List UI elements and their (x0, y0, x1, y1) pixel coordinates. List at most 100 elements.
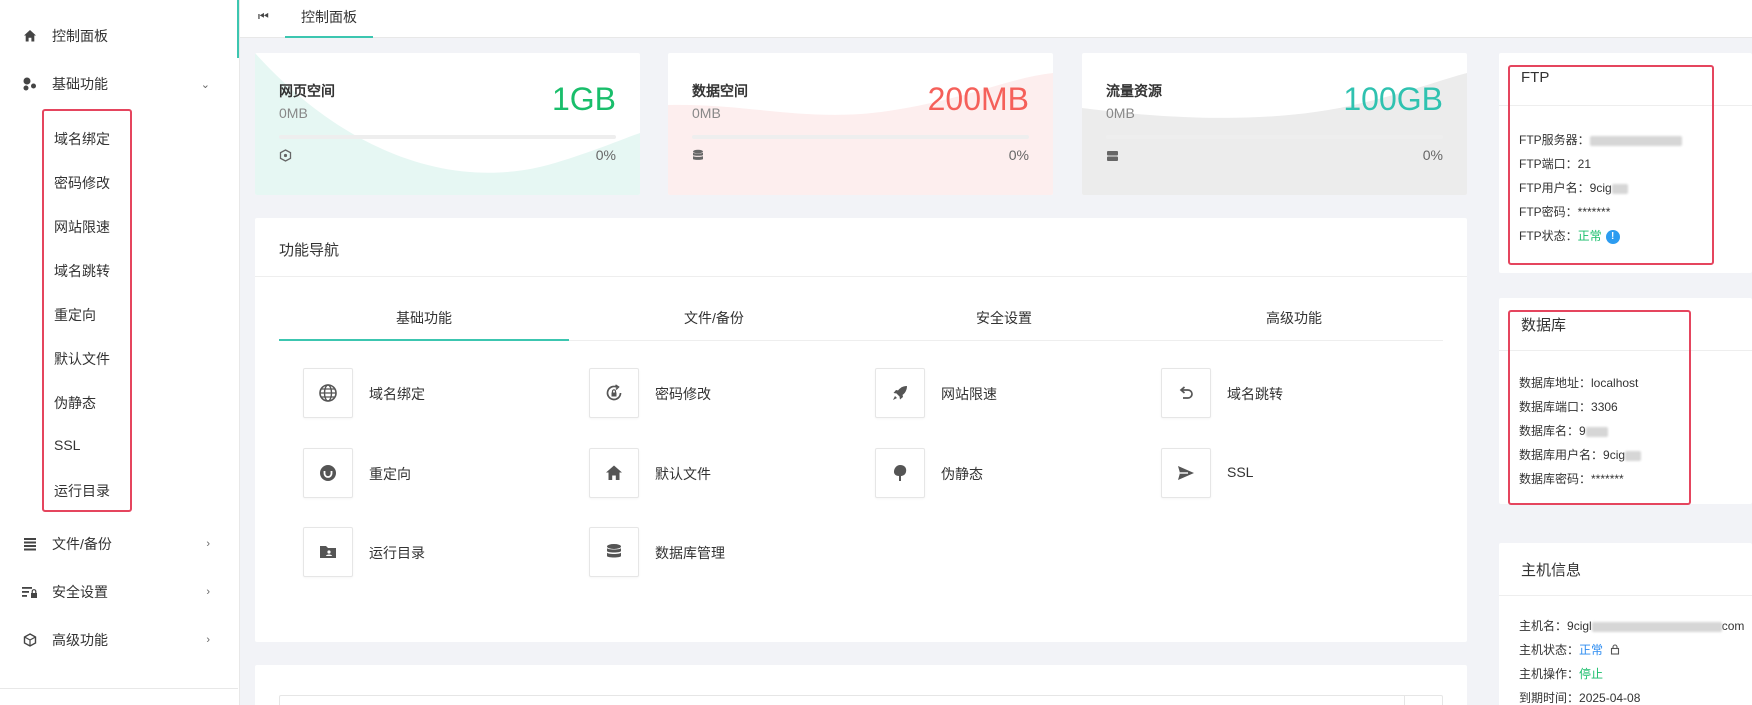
sidebar-subitem-domain-bind[interactable]: 域名绑定 (54, 129, 110, 149)
function-item-rewrite[interactable]: 伪静态 (875, 448, 1155, 498)
stat-used: 0MB (1106, 105, 1135, 121)
card-divider (1499, 595, 1752, 596)
stat-label: 数据空间 (692, 83, 748, 99)
host-status-label: 主机状态： (1519, 643, 1580, 657)
stat-card-data-space: 数据空间 0MB 200MB 0% (668, 53, 1053, 195)
function-item-label: 运行目录 (369, 545, 425, 561)
sidebar-subitem-rewrite[interactable]: 伪静态 (54, 393, 96, 413)
date-card: 2025-03-10 (255, 665, 1467, 705)
function-item-domain-redirect[interactable]: 域名跳转 (1161, 368, 1441, 418)
card-divider (255, 276, 1467, 277)
stat-used: 0MB (279, 105, 308, 121)
filter-lock-icon (22, 584, 38, 600)
function-item-ssl[interactable]: SSL (1161, 448, 1441, 498)
sidebar-item-label: 高级功能 (52, 632, 108, 648)
tab-bar: ⏮ 控制面板 (240, 0, 1752, 38)
sidebar-item-dashboard[interactable]: 控制面板 (0, 14, 238, 58)
sidebar-item-label: 基础功能 (52, 76, 108, 92)
sidebar-divider (0, 688, 238, 689)
host-expire-value: 2025-04-08 (1579, 691, 1641, 705)
function-nav-title: 功能导航 (279, 242, 340, 259)
stat-total: 200MB (927, 81, 1029, 117)
host-expire-row: 到期时间：2025-04-08 (1519, 689, 1640, 705)
host-expire-label: 到期时间： (1519, 691, 1580, 705)
tab-advanced[interactable]: 高级功能 (1149, 308, 1439, 328)
sidebar-subitem-password[interactable]: 密码修改 (54, 173, 110, 193)
stat-wave-bg (255, 53, 640, 195)
globe-icon (303, 368, 353, 418)
sidebar-subitem-default-file[interactable]: 默认文件 (54, 349, 110, 369)
stat-total: 100GB (1343, 81, 1443, 117)
stat-percent: 0% (1008, 147, 1029, 163)
function-item-label: 数据库管理 (655, 545, 725, 561)
sidebar-item-label: 安全设置 (52, 584, 108, 600)
chevron-right-icon: › (206, 538, 210, 550)
undo-icon (1161, 368, 1211, 418)
function-item-speed-limit[interactable]: 网站限速 (875, 368, 1155, 418)
host-status-value: 正常 (1579, 643, 1604, 657)
home-icon (22, 28, 38, 44)
tab-security[interactable]: 安全设置 (859, 308, 1149, 328)
sidebar-subitem-ssl[interactable]: SSL (54, 437, 80, 453)
rocket-icon (875, 368, 925, 418)
send-icon (1161, 448, 1211, 498)
database-icon (589, 527, 639, 577)
host-name-suffix: com (1721, 619, 1745, 633)
sidebar-item-security[interactable]: 安全设置 › (0, 570, 238, 614)
stat-progress-bar (1106, 135, 1443, 139)
stat-card-web-space: 网页空间 0MB 1GB 0% (255, 53, 640, 195)
host-stop-button[interactable]: 停止 (1579, 667, 1603, 681)
sidebar-item-label: 控制面板 (52, 28, 108, 44)
sidebar-subitem-run-dir[interactable]: 运行目录 (54, 481, 110, 501)
sidebar-item-advanced[interactable]: 高级功能 › (0, 618, 238, 662)
tab-basic[interactable]: 基础功能 (279, 308, 569, 328)
stat-percent: 0% (1422, 147, 1443, 163)
database-icon (692, 149, 706, 163)
host-name-row: 主机名：9cigl com (1519, 617, 1744, 634)
function-item-label: 网站限速 (941, 386, 997, 402)
lock-icon (1606, 643, 1620, 657)
tab-active-indicator (279, 339, 569, 341)
lock-rotate-icon (589, 368, 639, 418)
tree-icon (875, 448, 925, 498)
host-title: 主机信息 (1521, 562, 1582, 579)
stat-label: 网页空间 (279, 83, 335, 99)
function-nav-card: 功能导航 基础功能 文件/备份 安全设置 高级功能 域名绑定 密码修改 网站限速 (255, 218, 1467, 642)
sidebar-subitem-domain-redirect[interactable]: 域名跳转 (54, 261, 110, 281)
calendar-icon[interactable] (1404, 696, 1442, 705)
sidebar: 控制面板 基础功能 ⌄ 域名绑定 密码修改 网站限速 域名跳转 重定向 默认文件… (0, 0, 240, 705)
sidebar-submenu: 域名绑定 密码修改 网站限速 域名跳转 重定向 默认文件 伪静态 SSL 运行目… (42, 109, 132, 512)
function-item-label: SSL (1227, 464, 1254, 480)
host-status-row: 主机状态：正常 (1519, 641, 1620, 658)
function-item-domain-bind[interactable]: 域名绑定 (303, 368, 583, 418)
function-item-database[interactable]: 数据库管理 (589, 527, 869, 577)
sidebar-subitem-speed-limit[interactable]: 网站限速 (54, 217, 110, 237)
stat-wave-bg (1082, 73, 1467, 195)
function-item-label: 密码修改 (655, 386, 711, 402)
stat-progress-bar (279, 135, 616, 139)
sidebar-item-label: 文件/备份 (52, 536, 112, 552)
server-icon (1106, 149, 1120, 163)
stat-percent: 0% (595, 147, 616, 163)
date-input[interactable]: 2025-03-10 (279, 695, 1443, 705)
sidebar-item-files[interactable]: 文件/备份 › (0, 522, 238, 566)
function-item-redirect[interactable]: 重定向 (303, 448, 583, 498)
sidebar-subitem-redirect[interactable]: 重定向 (54, 305, 96, 325)
function-item-password[interactable]: 密码修改 (589, 368, 869, 418)
redirect-circle-icon (303, 448, 353, 498)
highlight-box-database (1508, 310, 1691, 505)
host-name-value: 9cigl (1567, 619, 1592, 633)
chevron-down-icon: ⌄ (200, 79, 210, 91)
function-item-label: 域名跳转 (1227, 386, 1283, 402)
sidebar-item-basic[interactable]: 基础功能 ⌄ (0, 62, 238, 106)
collapse-sidebar-icon[interactable]: ⏮ (258, 9, 269, 24)
function-item-run-dir[interactable]: 运行目录 (303, 527, 583, 577)
stat-label: 流量资源 (1106, 83, 1162, 99)
chevron-right-icon: › (206, 634, 210, 646)
tab-files[interactable]: 文件/备份 (569, 308, 859, 328)
function-item-default-file[interactable]: 默认文件 (589, 448, 869, 498)
stat-wave-bg (668, 73, 1053, 195)
stat-progress-bar (692, 135, 1029, 139)
function-item-label: 默认文件 (655, 466, 711, 482)
tab-dashboard[interactable]: 控制面板 (285, 0, 373, 38)
